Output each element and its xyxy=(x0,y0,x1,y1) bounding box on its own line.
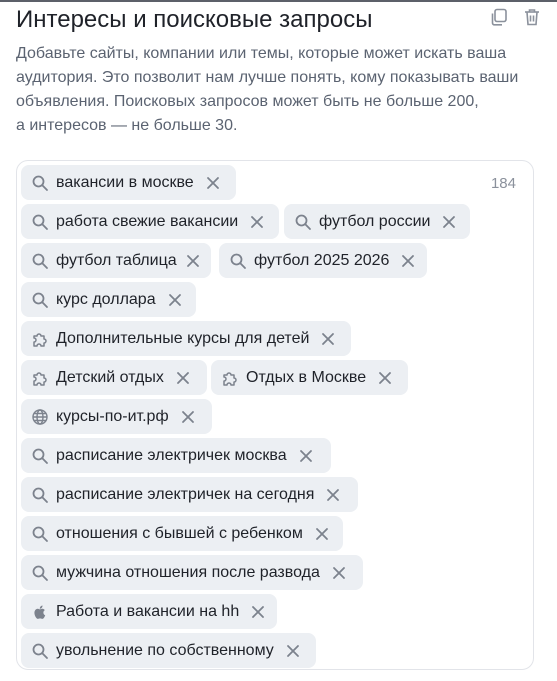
search-icon xyxy=(31,252,49,270)
remove-tag-button[interactable] xyxy=(329,563,349,583)
tag-chip-search[interactable]: футбол таблица xyxy=(21,243,211,278)
tag-input-box[interactable]: 184 вакансии в москве работа свежие вакан… xyxy=(16,160,534,670)
top-divider xyxy=(0,0,557,2)
tag-label: расписание электричек москва xyxy=(56,446,287,464)
puzzle-icon xyxy=(221,369,239,387)
remove-tag-button[interactable] xyxy=(247,212,267,232)
remaining-counter: 184 xyxy=(490,175,516,192)
search-icon xyxy=(294,213,312,231)
tag-chip-search[interactable]: расписание электричек на сегодня xyxy=(21,477,358,512)
tag-label: отношения с бывшей с ребенком xyxy=(56,524,303,542)
close-icon xyxy=(176,371,190,385)
close-icon xyxy=(401,254,415,268)
tag-label: Детский отдых xyxy=(56,368,164,386)
remove-tag-button[interactable] xyxy=(283,641,303,661)
tag-label: курс доллара xyxy=(56,290,156,308)
close-icon xyxy=(181,410,195,424)
remove-tag-button[interactable] xyxy=(178,407,198,427)
page-title: Интересы и поисковые запросы xyxy=(16,6,373,33)
tag-label: футбол таблица xyxy=(56,251,177,269)
search-icon xyxy=(31,486,49,504)
remove-tag-button[interactable] xyxy=(439,212,459,232)
header-actions xyxy=(488,8,543,30)
remove-tag-button[interactable] xyxy=(312,524,332,544)
search-icon xyxy=(31,213,49,231)
search-icon xyxy=(31,447,49,465)
description-line: Добавьте сайты, компании или темы, котор… xyxy=(16,45,507,62)
search-icon xyxy=(229,252,247,270)
globe-icon xyxy=(31,408,49,426)
tag-chip-search[interactable]: расписание электричек москва xyxy=(21,438,331,473)
tag-chip-search[interactable]: увольнение по собственному xyxy=(21,633,316,668)
tag-label: Дополнительные курсы для детей xyxy=(56,329,310,347)
tag-chip-search[interactable]: отношения с бывшей с ребенком xyxy=(21,516,343,551)
remove-tag-button[interactable] xyxy=(323,485,343,505)
close-icon xyxy=(206,176,220,190)
copy-button[interactable] xyxy=(488,8,510,30)
tag-chip-search[interactable]: курс доллара xyxy=(21,282,196,317)
tag-chip-interest[interactable]: Детский отдых xyxy=(21,360,207,395)
close-icon xyxy=(299,449,313,463)
tag-chip-search[interactable]: работа свежие вакансии xyxy=(21,204,279,239)
tag-label: футбол 2025 2026 xyxy=(254,251,390,269)
close-icon xyxy=(168,293,182,307)
remove-tag-button[interactable] xyxy=(173,368,193,388)
close-icon xyxy=(251,605,265,619)
close-icon xyxy=(286,644,300,658)
tag-label: расписание электричек на сегодня xyxy=(56,485,315,503)
tag-label: Отдых в Москве xyxy=(246,368,367,386)
search-icon xyxy=(31,525,49,543)
tag-chip-search[interactable]: вакансии в москве xyxy=(21,165,236,200)
tag-label: вакансии в москве xyxy=(56,173,194,191)
tag-chip-search[interactable]: мужчина отношения после развода xyxy=(21,555,363,590)
close-icon xyxy=(321,332,335,346)
tag-label: работа свежие вакансии xyxy=(56,212,239,230)
description-line: а интересов — не больше 30. xyxy=(16,117,238,134)
copy-icon xyxy=(489,7,509,32)
tag-chip-site[interactable]: курсы-по-ит.рф xyxy=(21,399,212,434)
tag-label: увольнение по собственному xyxy=(56,641,274,659)
tag-label: Работа и вакансии на hh xyxy=(56,602,240,620)
description-line: аудитория. Это позволит нам лучше понять… xyxy=(16,69,519,86)
tag-chip-interest[interactable]: Дополнительные курсы для детей xyxy=(21,321,351,356)
description: Добавьте сайты, компании или темы, котор… xyxy=(16,42,536,138)
delete-button[interactable] xyxy=(521,8,543,30)
remove-tag-button[interactable] xyxy=(248,602,267,622)
remove-tag-button[interactable] xyxy=(398,251,417,271)
close-icon xyxy=(250,215,264,229)
tag-chip-search[interactable]: футбол россии xyxy=(284,204,470,239)
close-icon xyxy=(378,371,392,385)
tag-chip-app[interactable]: Работа и вакансии на hh xyxy=(21,594,277,629)
close-icon xyxy=(332,566,346,580)
tag-chip-search[interactable]: футбол 2025 2026 xyxy=(219,243,427,278)
puzzle-icon xyxy=(31,369,49,387)
puzzle-icon xyxy=(31,330,49,348)
apple-icon xyxy=(31,603,49,621)
tag-label: футбол россии xyxy=(319,212,431,230)
tag-label: мужчина отношения после развода xyxy=(56,563,320,581)
remove-tag-button[interactable] xyxy=(203,173,223,193)
tag-chip-interest[interactable]: Отдых в Москве xyxy=(211,360,408,395)
remove-tag-button[interactable] xyxy=(165,290,185,310)
close-icon xyxy=(442,215,456,229)
trash-icon xyxy=(522,7,542,32)
search-icon xyxy=(31,642,49,660)
remove-tag-button[interactable] xyxy=(186,251,201,271)
tag-label: курсы-по-ит.рф xyxy=(56,407,169,425)
description-line: объявления. Поисковых запросов может быт… xyxy=(16,93,479,110)
close-icon xyxy=(186,254,200,268)
remove-tag-button[interactable] xyxy=(318,329,338,349)
remove-tag-button[interactable] xyxy=(296,446,316,466)
close-icon xyxy=(326,488,340,502)
search-icon xyxy=(31,174,49,192)
search-icon xyxy=(31,291,49,309)
close-icon xyxy=(315,527,329,541)
search-icon xyxy=(31,564,49,582)
remove-tag-button[interactable] xyxy=(375,368,395,388)
